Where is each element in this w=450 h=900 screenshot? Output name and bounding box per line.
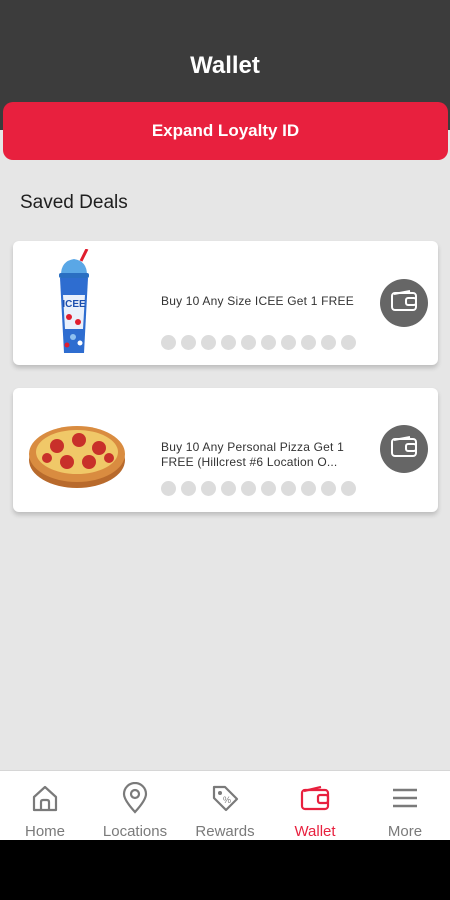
deal-description: Buy 10 Any Size ICEE Get 1 FREE [161,294,354,308]
stamp [221,335,236,350]
stamp [261,335,276,350]
saved-deals-heading: Saved Deals [20,192,128,213]
pizza-image [23,396,133,504]
stamp [261,481,276,496]
home-icon [28,781,62,815]
add-to-wallet-button[interactable] [380,279,428,327]
stamp [241,335,256,350]
stamp [301,481,316,496]
stamp [281,335,296,350]
tab-wallet-label: Wallet [294,823,336,840]
stamp-progress [161,335,356,350]
stamp [321,481,336,496]
tab-more[interactable]: More [360,771,450,840]
expand-loyalty-id-button[interactable]: Expand Loyalty ID [3,102,448,160]
tab-home[interactable]: Home [0,771,90,840]
stamp [281,481,296,496]
stamp [241,481,256,496]
stamp [181,335,196,350]
bottom-tab-bar: Home Locations % Rewards Wallet More [0,770,450,840]
deal-description: Buy 10 Any Personal Pizza Get 1 FREE (Hi… [161,440,344,469]
stamp [201,481,216,496]
location-pin-icon [118,781,152,815]
tab-more-label: More [387,823,423,840]
tab-rewards-label: Rewards [195,823,255,840]
stamp [161,335,176,350]
wallet-icon [298,781,332,815]
stamp [181,481,196,496]
stamp [341,481,356,496]
system-navigation-bar [0,840,450,900]
deal-card-pizza[interactable]: Buy 10 Any Personal Pizza Get 1 FREE (Hi… [13,388,438,512]
icee-cup-image: ICEE [23,248,133,357]
stamp [201,335,216,350]
menu-icon [388,781,422,815]
stamp [161,481,176,496]
wallet-icon [390,289,418,318]
deal-card-icee[interactable]: ICEE Buy 10 Any Size ICEE Get 1 FREE [13,241,438,365]
tab-locations[interactable]: Locations [90,771,180,840]
stamp [221,481,236,496]
stamp [321,335,336,350]
tab-wallet[interactable]: Wallet [270,771,360,840]
tab-locations-label: Locations [102,823,168,840]
tag-icon: % [208,781,242,815]
tab-rewards[interactable]: % Rewards [180,771,270,840]
stamp [301,335,316,350]
page-title: Wallet [190,52,260,79]
wallet-icon [390,435,418,464]
svg-text:%: % [223,795,231,805]
add-to-wallet-button[interactable] [380,425,428,473]
svg-text:ICEE: ICEE [62,299,86,310]
stamp-progress [161,481,356,496]
stamp [341,335,356,350]
tab-home-label: Home [24,823,65,840]
